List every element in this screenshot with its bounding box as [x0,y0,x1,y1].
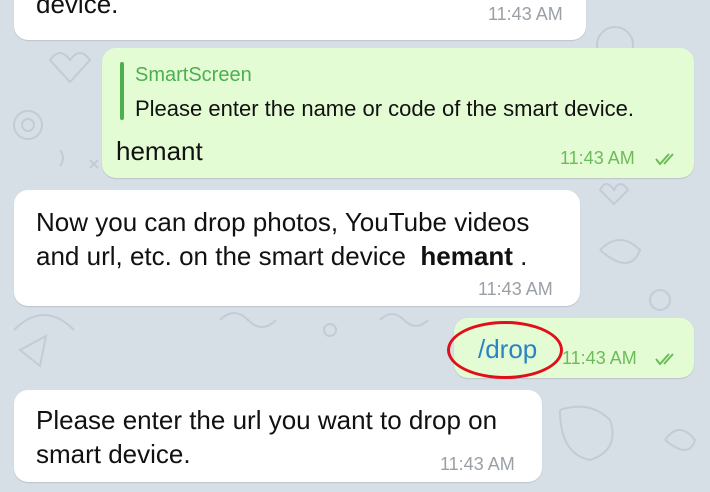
message-text: hemant [116,136,203,166]
message-text: device. [36,0,119,19]
message-time: 11:43 AM [440,454,515,474]
message-text-prefix: and url, etc. on the smart device [36,241,406,271]
message-bubble-incoming[interactable]: device. 11:43 AM [14,0,586,40]
message-text-line-2: smart device. [36,439,191,469]
message-time: 11:43 AM [562,348,637,368]
double-check-icon [655,153,674,166]
reply-sender-name[interactable]: SmartScreen [135,64,252,87]
message-bubble-incoming[interactable]: Please enter the url you want to drop on… [14,390,542,482]
message-bubble-outgoing[interactable]: SmartScreen Please enter the name or cod… [102,48,694,178]
message-text-suffix: . [520,241,528,271]
message-time: 11:43 AM [478,279,553,299]
reply-preview-text: Please enter the name or code of the sma… [135,96,634,121]
message-bubble-incoming[interactable]: Now you can drop photos, YouTube videos … [14,190,580,306]
device-name-bold: hemant [420,241,513,271]
double-check-icon [655,353,674,366]
message-time: 11:43 AM [560,148,635,168]
message-text-line-1: Please enter the url you want to drop on [36,405,498,435]
highlight-circle-annotation [447,321,563,379]
message-text-line-2: and url, etc. on the smart device hemant… [36,238,527,274]
message-text-line-1: Now you can drop photos, YouTube videos [36,207,530,237]
message-time: 11:43 AM [488,4,563,24]
reply-accent-bar [120,62,124,120]
